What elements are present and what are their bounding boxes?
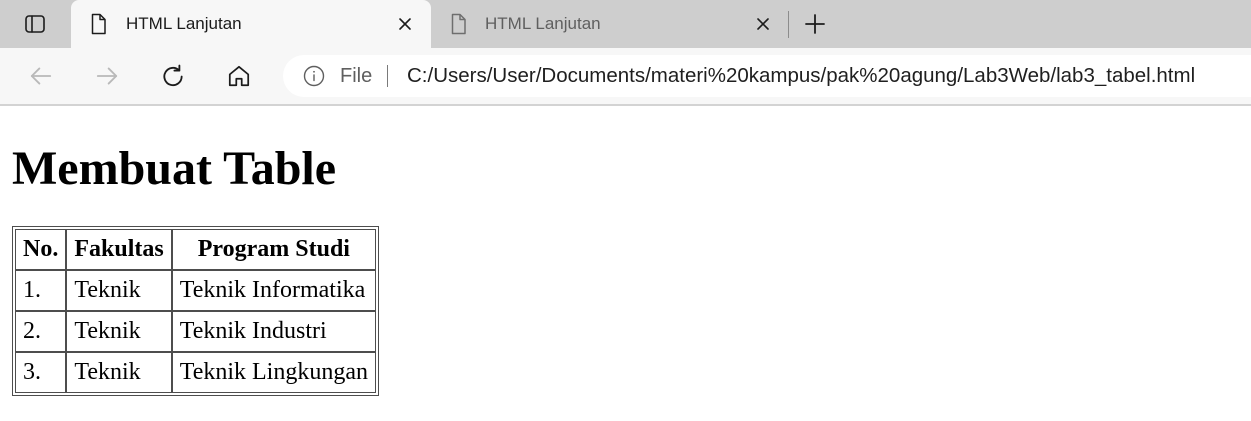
home-button[interactable] xyxy=(221,58,257,94)
table-row: 2. Teknik Teknik Industri xyxy=(15,311,376,352)
refresh-icon xyxy=(163,64,183,87)
tab-strip: HTML Lanjutan HTML Lanjutan xyxy=(0,0,1251,48)
back-arrow-icon xyxy=(30,67,52,85)
site-info-button[interactable] xyxy=(303,65,325,87)
table-header-row: No. Fakultas Program Studi xyxy=(15,229,376,270)
page-heading: Membuat Table xyxy=(12,142,337,195)
url-text[interactable]: C:/Users/User/Documents/materi%20kampus/… xyxy=(407,55,1195,97)
table-cell: Teknik Informatika xyxy=(171,270,376,311)
home-icon xyxy=(228,65,250,87)
close-tab-button[interactable] xyxy=(391,10,419,38)
scheme-label: File xyxy=(340,65,373,87)
tab-separator xyxy=(788,11,789,38)
header-cell-fakultas: Fakultas xyxy=(66,229,172,270)
tab-title: HTML Lanjutan xyxy=(126,14,242,33)
forward-button[interactable] xyxy=(89,58,125,94)
browser-toolbar: File C:/Users/User/Documents/materi%20ka… xyxy=(0,48,1251,106)
plus-icon xyxy=(805,14,825,34)
vertical-tabs-icon xyxy=(25,15,45,33)
tab-actions-button[interactable] xyxy=(21,10,49,38)
forward-arrow-icon xyxy=(96,67,118,85)
close-icon xyxy=(399,18,411,30)
table-cell: 2. xyxy=(15,311,67,352)
table-row: 1. Teknik Teknik Informatika xyxy=(15,270,376,311)
table-cell: Teknik Industri xyxy=(171,311,376,352)
fakultas-table: No. Fakultas Program Studi 1. Teknik Tek… xyxy=(12,226,379,396)
document-icon xyxy=(89,13,107,35)
page-content: Membuat Table No. Fakultas Program Studi… xyxy=(0,106,1251,421)
table-cell: 3. xyxy=(15,352,67,393)
new-tab-button[interactable] xyxy=(801,10,829,38)
address-divider xyxy=(387,65,388,87)
tab-title: HTML Lanjutan xyxy=(485,14,601,33)
table-cell: Teknik xyxy=(66,352,172,393)
refresh-button[interactable] xyxy=(155,58,191,94)
table-cell: Teknik xyxy=(66,311,172,352)
tab-active[interactable]: HTML Lanjutan xyxy=(71,0,431,48)
back-button[interactable] xyxy=(23,58,59,94)
document-icon xyxy=(449,13,467,35)
address-bar[interactable]: File C:/Users/User/Documents/materi%20ka… xyxy=(283,55,1251,97)
header-cell-no: No. xyxy=(15,229,67,270)
close-icon xyxy=(757,18,769,30)
table-cell: Teknik xyxy=(66,270,172,311)
table-cell: 1. xyxy=(15,270,67,311)
tab-inactive[interactable]: HTML Lanjutan xyxy=(431,0,788,48)
close-tab-button[interactable] xyxy=(749,10,777,38)
table-row: 3. Teknik Teknik Lingkungan xyxy=(15,352,376,393)
table-cell: Teknik Lingkungan xyxy=(171,352,376,393)
info-icon xyxy=(303,65,325,87)
header-cell-program-studi: Program Studi xyxy=(171,229,376,270)
